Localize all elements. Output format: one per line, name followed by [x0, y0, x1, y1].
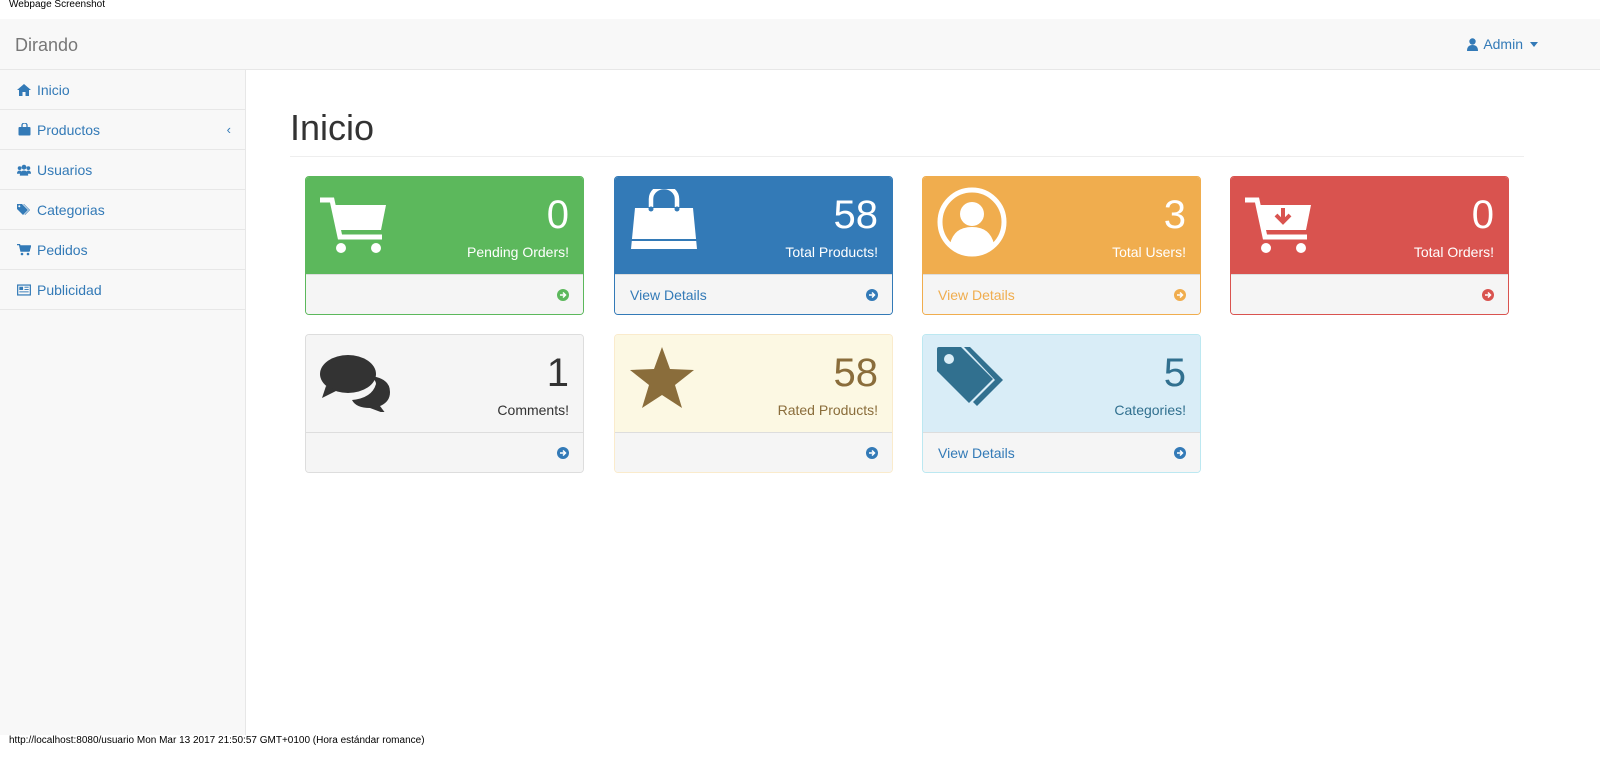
- arrow-circle-right-icon: [866, 446, 878, 459]
- view-details-link[interactable]: View Details: [615, 274, 892, 314]
- page-title: Inicio: [290, 107, 375, 148]
- panel-label: Total Products!: [785, 244, 878, 260]
- panel-total-orders: 0 Total Orders!: [1230, 176, 1509, 315]
- panel-count: 3: [1163, 193, 1186, 237]
- sidebar-item-productos[interactable]: Productos ‹: [0, 110, 245, 150]
- screenshot-footer: http://localhost:8080/usuario Mon Mar 13…: [9, 735, 425, 746]
- panel-label: Rated Products!: [777, 402, 878, 418]
- sidebar-item-label: Inicio: [37, 81, 70, 98]
- shopping-cart-icon: [320, 195, 388, 260]
- panel-pending-orders: 0 Pending Orders!: [305, 176, 584, 315]
- arrow-circle-right-icon: [866, 288, 878, 301]
- panel-label: Total Users!: [1112, 244, 1186, 260]
- star-icon: [629, 347, 695, 415]
- panel-count: 5: [1163, 351, 1186, 395]
- panel-count: 0: [1471, 193, 1494, 237]
- cart-arrow-down-icon: [1245, 195, 1313, 260]
- panel-count: 0: [546, 193, 569, 237]
- sidebar-item-label: Pedidos: [37, 241, 88, 258]
- sidebar-item-usuarios[interactable]: Usuarios: [0, 150, 245, 190]
- sidebar-item-categorias[interactable]: Categorias: [0, 190, 245, 230]
- arrow-circle-right-icon: [1174, 446, 1186, 459]
- panel-comments: 1 Comments!: [305, 334, 584, 473]
- cart-icon: [17, 243, 31, 257]
- view-details-link[interactable]: [306, 432, 583, 472]
- arrow-circle-right-icon: [557, 288, 569, 301]
- arrow-circle-right-icon: [557, 446, 569, 459]
- footer-text: View Details: [938, 286, 1015, 303]
- home-icon: [17, 83, 31, 97]
- comments-icon: [320, 353, 392, 417]
- view-details-link[interactable]: [306, 274, 583, 314]
- chevron-left-icon[interactable]: ‹: [227, 122, 231, 137]
- panel-count: 58: [833, 193, 879, 237]
- sidebar: Inicio Productos ‹ Usuarios Categorias P…: [0, 70, 246, 735]
- sidebar-item-label: Productos: [37, 121, 101, 138]
- panel-rated-products: 58 Rated Products!: [614, 334, 893, 473]
- panel-label: Total Orders!: [1413, 244, 1494, 260]
- screenshot-header: Webpage Screenshot: [9, 0, 105, 10]
- panel-count: 58: [833, 351, 879, 395]
- view-details-link[interactable]: [615, 432, 892, 472]
- users-icon: [17, 163, 31, 177]
- shopping-bag-icon: [17, 123, 31, 137]
- admin-dropdown[interactable]: Admin: [1467, 36, 1538, 52]
- user-circle-icon: [937, 187, 1007, 262]
- arrow-circle-right-icon: [1174, 288, 1186, 301]
- sidebar-item-publicidad[interactable]: Publicidad: [0, 270, 245, 310]
- tags-icon: [937, 347, 1011, 414]
- panel-label: Comments!: [497, 402, 569, 418]
- main-content: Inicio: [290, 70, 1524, 157]
- arrow-circle-right-icon: [1482, 288, 1494, 301]
- top-navbar: Dirando Admin: [0, 19, 1600, 70]
- user-icon: [1467, 37, 1479, 51]
- panel-label: Pending Orders!: [467, 244, 569, 260]
- sidebar-item-inicio[interactable]: Inicio: [0, 70, 245, 110]
- footer-text: View Details: [630, 286, 707, 303]
- admin-label: Admin: [1483, 36, 1523, 52]
- sidebar-item-label: Categorias: [37, 201, 105, 218]
- sidebar-item-label: Publicidad: [37, 281, 102, 298]
- footer-text: View Details: [938, 444, 1015, 461]
- panel-total-products: 58 Total Products! View Details: [614, 176, 893, 315]
- panel-total-users: 3 Total Users! View Details: [922, 176, 1201, 315]
- view-details-link[interactable]: [1231, 274, 1508, 314]
- panel-categories: 5 Categories! View Details: [922, 334, 1201, 473]
- sidebar-item-label: Usuarios: [37, 161, 93, 178]
- sidebar-item-pedidos[interactable]: Pedidos: [0, 230, 245, 270]
- tags-icon: [17, 203, 31, 217]
- title-divider: [290, 156, 1524, 157]
- panel-label: Categories!: [1114, 402, 1186, 418]
- panel-count: 1: [546, 351, 569, 395]
- brand-link[interactable]: Dirando: [15, 35, 78, 56]
- view-details-link[interactable]: View Details: [923, 432, 1200, 472]
- shopping-bag-icon: [629, 184, 699, 258]
- view-details-link[interactable]: View Details: [923, 274, 1200, 314]
- caret-down-icon: [1530, 41, 1538, 47]
- newspaper-icon: [17, 283, 31, 297]
